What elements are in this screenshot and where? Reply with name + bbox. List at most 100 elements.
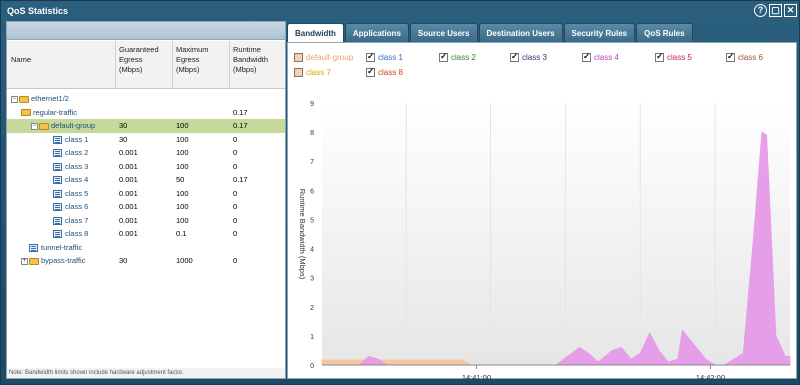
- cell-runtime: 0: [233, 256, 238, 265]
- legend-checkbox[interactable]: [510, 51, 519, 63]
- y-axis-label: Runtime Bandwidth (Mbps): [298, 189, 307, 280]
- legend-label: class 8: [378, 68, 403, 77]
- legend-item[interactable]: class 6: [726, 51, 763, 63]
- legend-item[interactable]: class 2: [439, 51, 476, 63]
- legend-item[interactable]: class 7: [294, 68, 331, 78]
- cell-guaranteed: 30: [119, 134, 128, 144]
- legend-label: class 5: [667, 53, 692, 62]
- qos-statistics-window: QoS Statistics ? ▢ ✕ Name Guaranteed Egre…: [0, 0, 800, 385]
- help-icon[interactable]: ?: [754, 4, 767, 17]
- tree-row-label: class 5: [65, 188, 89, 198]
- qos-tree-panel: Name Guaranteed Egress (Mbps) Maximum Egres…: [6, 21, 286, 379]
- tab-applications[interactable]: Applications: [344, 23, 409, 42]
- legend-item[interactable]: class 3: [510, 51, 547, 63]
- collapse-icon[interactable]: −: [31, 122, 38, 130]
- tree-row[interactable]: + bypass-traffic 30 1000 0: [7, 254, 285, 268]
- legend-item[interactable]: class 8: [366, 66, 403, 78]
- cell-maximum: 100: [176, 202, 189, 211]
- class-icon: [53, 230, 62, 239]
- expand-icon[interactable]: +: [21, 257, 28, 265]
- cell-runtime: 0: [233, 134, 238, 144]
- legend-checkbox[interactable]: [655, 51, 664, 63]
- folder-icon: [39, 122, 49, 130]
- tree-row-name: + bypass-traffic: [21, 254, 85, 268]
- class-icon: [53, 216, 62, 225]
- tab-destination-users[interactable]: Destination Users: [478, 23, 563, 42]
- legend-label: default-group: [306, 53, 354, 62]
- tree-row-label: bypass-traffic: [41, 256, 86, 265]
- tree-row[interactable]: − default-group 30 100 0.17: [7, 119, 285, 133]
- folder-icon: [19, 95, 29, 103]
- tree-row[interactable]: class 8 0.001 0.1 0: [7, 227, 285, 241]
- qos-tree: − ethernet1/2 regular-traffic 0.17 − default-…: [7, 92, 285, 268]
- tab-qos-rules[interactable]: QoS Rules: [636, 23, 693, 42]
- window-title: QoS Statistics: [7, 6, 69, 16]
- legend-item[interactable]: class 1: [366, 51, 403, 63]
- y-tick-label: 7: [310, 159, 314, 166]
- tree-row[interactable]: class 2 0.001 100 0: [7, 146, 285, 160]
- legend-checkbox[interactable]: [366, 66, 375, 78]
- cell-maximum: 1000: [176, 256, 193, 265]
- legend-label: class 3: [522, 53, 547, 62]
- class-icon: [53, 135, 62, 144]
- tree-row[interactable]: class 4 0.001 50 0.17: [7, 173, 285, 187]
- tree-row-label: tunnel-traffic: [41, 242, 83, 252]
- tree-row-label: ethernet1/2: [31, 94, 69, 103]
- class-icon: [53, 189, 62, 198]
- tree-row[interactable]: class 5 0.001 100 0: [7, 187, 285, 201]
- col-name-header[interactable]: Name: [11, 55, 31, 65]
- tab-source-users[interactable]: Source Users: [409, 23, 478, 42]
- cell-guaranteed: 0.001: [119, 215, 138, 225]
- legend-label: class 2: [451, 53, 476, 62]
- legend-item[interactable]: class 4: [582, 51, 619, 63]
- cell-guaranteed: 0.001: [119, 175, 138, 184]
- col-runtime-header[interactable]: Runtime Bandwidth (Mbps): [233, 45, 268, 75]
- tree-row[interactable]: − ethernet1/2: [7, 92, 285, 106]
- legend-label: class 4: [594, 53, 619, 62]
- col-guaranteed-header[interactable]: Guaranteed Egress (Mbps): [119, 45, 159, 75]
- cell-maximum: 100: [176, 148, 189, 157]
- tree-row[interactable]: class 3 0.001 100 0: [7, 160, 285, 174]
- cell-runtime: 0.17: [233, 121, 248, 130]
- tree-row-label: class 3: [65, 161, 89, 171]
- tree-row-name: class 7: [53, 214, 88, 228]
- legend-checkbox[interactable]: [294, 53, 303, 63]
- legend-checkbox[interactable]: [439, 51, 448, 63]
- cell-runtime: 0: [233, 148, 238, 157]
- tree-row[interactable]: regular-traffic 0.17: [7, 106, 285, 120]
- col-maximum-header[interactable]: Maximum Egress (Mbps): [176, 45, 209, 75]
- tree-row-name: class 3: [53, 160, 88, 174]
- legend-checkbox[interactable]: [366, 51, 375, 63]
- minimize-icon[interactable]: ▢: [769, 4, 782, 17]
- cell-maximum: 50: [176, 175, 185, 184]
- cell-maximum: 100: [176, 188, 189, 198]
- tree-row-label: class 4: [65, 175, 89, 184]
- cell-runtime: 0: [233, 161, 238, 171]
- close-icon[interactable]: ✕: [784, 4, 797, 17]
- cell-maximum: 100: [176, 215, 189, 225]
- legend-label: class 1: [378, 53, 403, 62]
- class-icon: [29, 243, 38, 252]
- legend-checkbox[interactable]: [294, 68, 303, 78]
- tab-security-rules[interactable]: Security Rules: [563, 23, 636, 42]
- cell-maximum: 100: [176, 134, 189, 144]
- cell-runtime: 0: [233, 188, 238, 198]
- tree-row[interactable]: class 1 30 100 0: [7, 133, 285, 147]
- legend-item[interactable]: class 5: [655, 51, 692, 63]
- tree-row-name: class 5: [53, 187, 88, 201]
- tree-row-label: class 8: [65, 229, 89, 238]
- tab-bandwidth[interactable]: Bandwidth: [287, 23, 344, 42]
- legend-checkbox[interactable]: [726, 51, 735, 63]
- y-tick-label: 2: [310, 305, 314, 312]
- tree-row[interactable]: tunnel-traffic: [7, 241, 285, 255]
- legend-checkbox[interactable]: [582, 51, 591, 63]
- cell-runtime: 0: [233, 229, 238, 238]
- collapse-icon[interactable]: −: [11, 95, 18, 103]
- tree-row[interactable]: class 7 0.001 100 0: [7, 214, 285, 228]
- cell-runtime: 0: [233, 202, 238, 211]
- bandwidth-panel: default-group class 1 class 2 class 3 class …: [287, 42, 797, 382]
- tree-row-name: class 4: [53, 173, 88, 187]
- bandwidth-chart: 012345678914:41:0014:42:00TimeRuntime Ba…: [298, 101, 791, 382]
- legend-item[interactable]: default-group: [294, 53, 354, 63]
- tree-row[interactable]: class 6 0.001 100 0: [7, 200, 285, 214]
